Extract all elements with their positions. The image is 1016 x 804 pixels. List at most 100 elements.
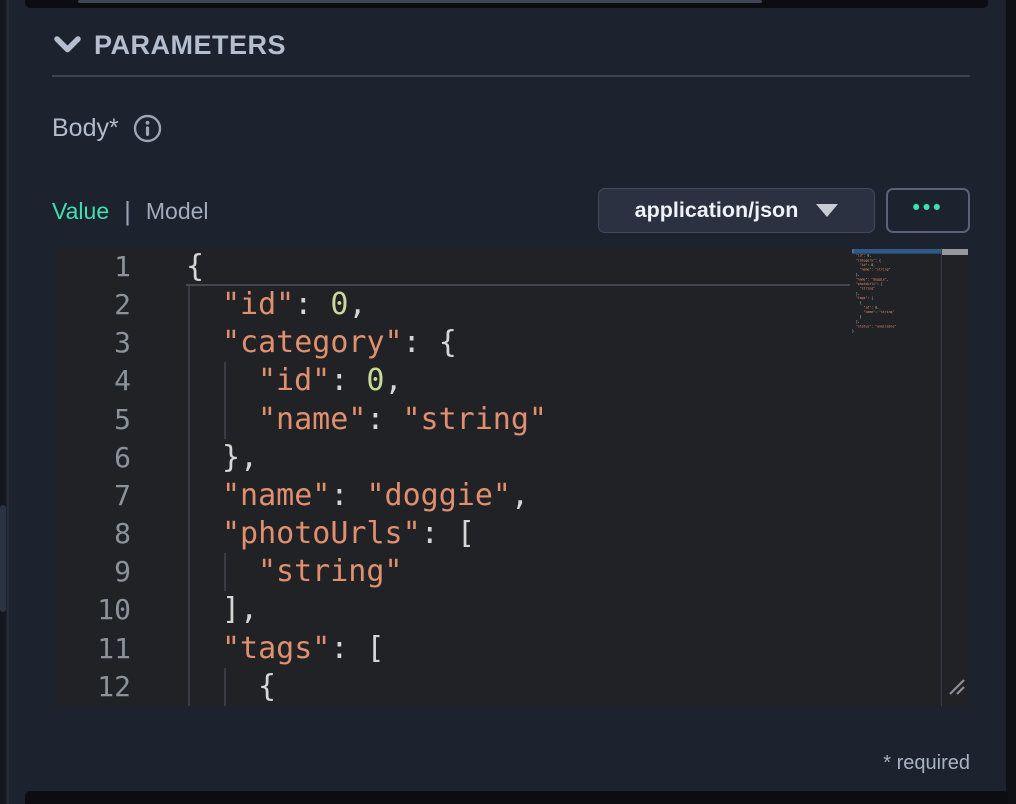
code-text: { xyxy=(258,668,276,706)
info-icon[interactable] xyxy=(133,114,162,143)
required-note: * required xyxy=(0,752,970,775)
page-scrollbar-track[interactable] xyxy=(0,0,6,804)
code-token: : xyxy=(330,631,366,666)
indent-guide xyxy=(224,362,226,400)
code-token: : xyxy=(403,325,439,360)
code-line[interactable]: 7"name": "doggie", xyxy=(55,477,968,515)
code-token: "status" xyxy=(856,324,871,328)
body-json-editor[interactable]: 1{2"id": 0,3"category": {4"id": 0,5"name… xyxy=(55,248,968,706)
code-line[interactable]: 11 "tags": [ xyxy=(55,630,968,668)
code-token: } xyxy=(852,329,854,333)
code-line[interactable]: 9"string" xyxy=(55,553,968,591)
panel-left-border xyxy=(7,0,9,804)
code-token: "id" xyxy=(864,306,872,310)
code-token: "available" xyxy=(875,324,896,328)
code-token: "photoUrls" xyxy=(856,282,877,286)
code-token: , xyxy=(511,478,529,513)
code-text: "name": "string" xyxy=(258,401,547,439)
code-token: { xyxy=(439,325,457,360)
body-view-tabs: Value | Model xyxy=(52,196,209,227)
page-scrollbar-thumb[interactable] xyxy=(0,505,6,612)
line-number: 3 xyxy=(55,324,131,362)
code-token: , xyxy=(873,263,875,267)
indent-guide xyxy=(224,668,226,706)
tab-model[interactable]: Model xyxy=(146,198,209,225)
indent-guide xyxy=(224,401,226,439)
code-token: ], xyxy=(856,320,860,324)
code-line[interactable]: 2"id": 0, xyxy=(55,286,968,324)
code-token: }, xyxy=(222,440,258,475)
code-token: "id" xyxy=(860,263,868,267)
content-type-select[interactable]: application/json xyxy=(598,188,875,233)
code-token: [ xyxy=(881,282,883,286)
resize-grip-icon[interactable] xyxy=(948,669,966,704)
ellipsis-icon: ••• xyxy=(912,197,943,224)
more-options-button[interactable]: ••• xyxy=(886,188,970,233)
code-text: ], xyxy=(222,591,258,629)
code-lines-container: 1{2"id": 0,3"category": {4"id": 0,5"name… xyxy=(55,248,968,706)
editor-minimap[interactable]: { "id": 0, "category": { "id": 0, "name"… xyxy=(852,249,941,337)
chevron-down-icon xyxy=(816,204,838,217)
code-line[interactable]: 5"name": "string" xyxy=(55,401,968,439)
code-token: ], xyxy=(856,292,860,296)
code-token: ], xyxy=(222,592,258,627)
code-token: : xyxy=(421,516,457,551)
indent-guide xyxy=(188,362,190,400)
code-token: "string" xyxy=(860,287,875,291)
line-number: 12 xyxy=(55,668,131,706)
code-token: "string" xyxy=(258,554,403,589)
code-text: "string" xyxy=(258,553,403,591)
line-number: 8 xyxy=(55,515,131,553)
indent-guide xyxy=(188,630,190,668)
code-token: , xyxy=(887,278,889,282)
code-token: "id" xyxy=(258,363,330,398)
code-line[interactable]: 1{ xyxy=(55,248,968,286)
code-text: "tags": [ xyxy=(222,630,385,668)
code-line[interactable]: 10], xyxy=(55,591,968,629)
line-number: 11 xyxy=(55,630,131,668)
code-token: "string" xyxy=(403,402,548,437)
indent-guide xyxy=(188,324,190,362)
code-token: "category" xyxy=(222,325,403,360)
code-text: }, xyxy=(222,439,258,477)
code-token: "name" xyxy=(860,268,872,272)
code-token: [ xyxy=(457,516,475,551)
code-token: , xyxy=(869,254,871,258)
minimap-content: { "id": 0, "category": { "id": 0, "name"… xyxy=(852,249,941,334)
code-text: "id": 0, xyxy=(222,286,367,324)
body-parameter-row: Body* xyxy=(52,114,162,143)
code-token: "tags" xyxy=(222,631,330,666)
indent-guide xyxy=(188,286,190,324)
window-right-edge xyxy=(1006,0,1016,804)
content-type-selected-value: application/json xyxy=(635,198,799,223)
line-number: 10 xyxy=(55,591,131,629)
tab-value[interactable]: Value xyxy=(52,198,109,225)
parameters-section-header[interactable]: PARAMETERS xyxy=(54,30,286,61)
horizontal-scrollbar-thumb[interactable] xyxy=(78,0,762,3)
editor-scrollbar-thumb[interactable] xyxy=(942,249,968,255)
minimap-border xyxy=(941,248,942,706)
next-section-edge xyxy=(25,791,1008,804)
code-token: { xyxy=(186,249,204,284)
code-token: } xyxy=(860,315,862,319)
code-token: { xyxy=(860,301,862,305)
code-token: "name" xyxy=(222,478,330,513)
code-line[interactable]: 8"photoUrls": [ xyxy=(55,515,968,553)
code-line[interactable]: 3 "category": { xyxy=(55,324,968,362)
code-token: { xyxy=(258,669,276,704)
line-number: 1 xyxy=(55,248,131,286)
chevron-down-icon[interactable] xyxy=(54,36,81,56)
code-token: 0 xyxy=(330,287,348,322)
parameters-title: PARAMETERS xyxy=(94,30,286,61)
code-token: "name" xyxy=(258,402,366,437)
code-token: "id" xyxy=(222,287,294,322)
line-number: 4 xyxy=(55,362,131,400)
minimap-line: } xyxy=(852,329,941,334)
code-text: { xyxy=(186,248,204,286)
code-line[interactable]: 6}, xyxy=(55,439,968,477)
code-token: "doggie" xyxy=(367,478,512,513)
code-line[interactable]: 12 { xyxy=(55,668,968,706)
indent-guide xyxy=(188,591,190,629)
indent-guide xyxy=(188,515,190,553)
code-line[interactable]: 4"id": 0, xyxy=(55,362,968,400)
